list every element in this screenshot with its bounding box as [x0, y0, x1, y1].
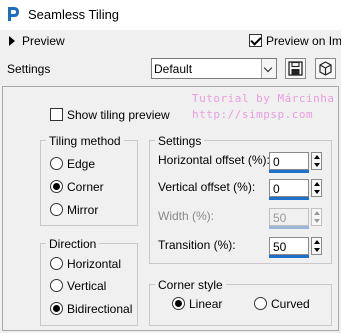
- show-tiling-checkbox[interactable]: [50, 108, 63, 121]
- chevron-down-icon[interactable]: [261, 59, 276, 78]
- horizontal-offset-label: Horizontal offset (%):: [158, 153, 270, 167]
- radio-horizontal-label[interactable]: Horizontal: [67, 257, 121, 271]
- tiling-method-title: Tiling method: [46, 134, 124, 148]
- corner-style-title: Corner style: [155, 278, 226, 292]
- preset-select[interactable]: Default: [151, 58, 277, 79]
- radio-horizontal[interactable]: [50, 257, 63, 270]
- vertical-offset-label: Vertical offset (%):: [158, 180, 256, 194]
- radio-vertical[interactable]: [50, 279, 63, 292]
- horizontal-offset-spinner[interactable]: 0: [269, 152, 322, 173]
- reset-button[interactable]: [315, 58, 336, 79]
- width-stepper: [311, 208, 322, 226]
- show-tiling-label[interactable]: Show tiling preview: [67, 108, 170, 122]
- radio-edge-label[interactable]: Edge: [67, 157, 95, 171]
- radio-curved-label[interactable]: Curved: [271, 297, 310, 311]
- radio-linear-label[interactable]: Linear: [189, 297, 222, 311]
- radio-bidirectional[interactable]: [50, 302, 63, 315]
- radio-corner-label[interactable]: Corner: [67, 180, 104, 194]
- save-preset-button[interactable]: [285, 58, 306, 79]
- transition-stepper[interactable]: [311, 237, 322, 255]
- floppy-disk-icon: [288, 61, 303, 76]
- radio-vertical-label[interactable]: Vertical: [67, 279, 106, 293]
- preview-toggle-label[interactable]: Preview: [22, 34, 65, 48]
- radio-edge[interactable]: [50, 157, 63, 170]
- settings-group-title: Settings: [155, 134, 205, 148]
- cube-icon: [319, 61, 332, 76]
- width-label: Width (%):: [158, 209, 215, 223]
- radio-linear[interactable]: [172, 297, 185, 310]
- transition-value[interactable]: 50: [273, 240, 286, 254]
- preview-on-image-label[interactable]: Preview on Ima: [266, 34, 341, 48]
- preview-on-image-checkbox[interactable]: [249, 34, 262, 47]
- vertical-offset-stepper[interactable]: [311, 179, 322, 197]
- horizontal-offset-stepper[interactable]: [311, 152, 322, 170]
- width-spinner: 50: [269, 208, 322, 229]
- radio-corner[interactable]: [50, 180, 63, 193]
- radio-mirror-label[interactable]: Mirror: [67, 203, 98, 217]
- transition-label: Transition (%):: [158, 238, 236, 252]
- settings-label: Settings: [7, 62, 51, 76]
- direction-title: Direction: [46, 237, 100, 251]
- watermark-line-2: http://simpsp.com: [192, 108, 314, 121]
- vertical-offset-value[interactable]: 0: [273, 182, 280, 196]
- radio-curved[interactable]: [254, 297, 267, 310]
- transition-spinner[interactable]: 50: [269, 237, 322, 258]
- width-value: 50: [273, 211, 287, 225]
- psp-logo-icon: [8, 7, 19, 21]
- preset-select-value: Default: [154, 62, 193, 76]
- radio-mirror[interactable]: [50, 203, 63, 216]
- watermark-line-1: Tutorial by Márcinha: [192, 92, 335, 105]
- radio-bidirectional-label[interactable]: Bidirectional: [67, 302, 132, 316]
- horizontal-offset-value[interactable]: 0: [273, 155, 280, 169]
- window-title: Seamless Tiling: [28, 7, 120, 22]
- vertical-offset-spinner[interactable]: 0: [269, 179, 322, 200]
- triangle-right-icon[interactable]: [9, 36, 15, 46]
